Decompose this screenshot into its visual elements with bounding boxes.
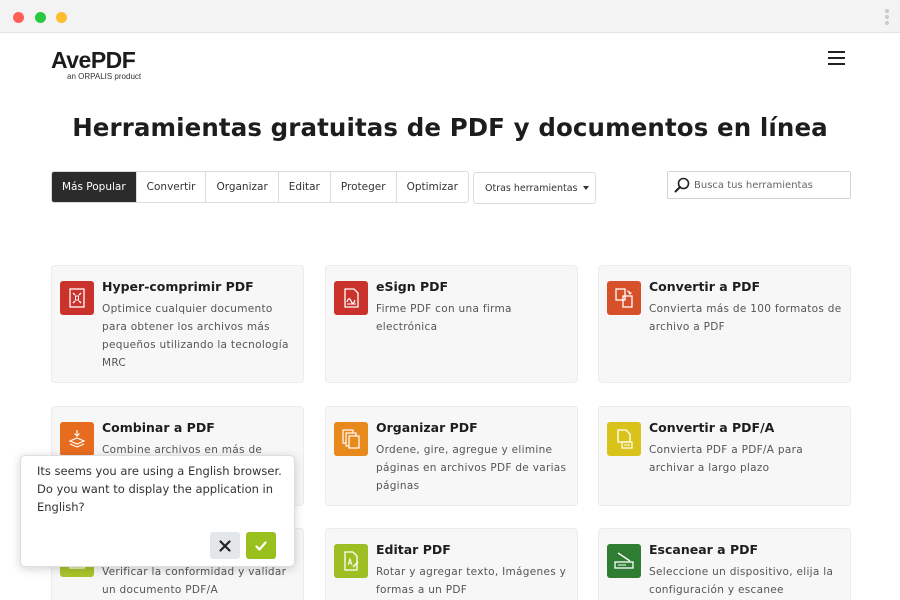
page-content: AvePDF an ORPALIS product Herramientas g… xyxy=(3,33,897,600)
tool-card-scan[interactable]: Escanear a PDF Seleccione un dispositivo… xyxy=(598,528,851,600)
card-description: Seleccione un dispositivo, elija la conf… xyxy=(649,566,834,596)
logo[interactable]: AvePDF an ORPALIS product xyxy=(51,47,141,81)
page-title: Herramientas gratuitas de PDF y document… xyxy=(72,113,828,142)
card-description: Firme PDF con una firma electrónica xyxy=(376,303,512,333)
card-title: Editar PDF xyxy=(376,542,451,557)
tab-editar[interactable]: Editar xyxy=(278,172,331,202)
tool-card-convert-pdfa[interactable]: Convertir a PDF/A Convierta PDF a PDF/A … xyxy=(598,406,851,506)
check-icon xyxy=(255,540,267,551)
esign-icon xyxy=(334,281,368,315)
compress-icon xyxy=(60,281,94,315)
tool-card-convert-to-pdf[interactable]: Convertir a PDF Convierta más de 100 for… xyxy=(598,265,851,383)
card-title: Combinar a PDF xyxy=(102,420,215,435)
tab-convertir[interactable]: Convertir xyxy=(136,172,207,202)
card-title: Escanear a PDF xyxy=(649,542,759,557)
other-tools-label: Otras herramientas xyxy=(485,182,578,194)
hamburger-menu-icon[interactable] xyxy=(828,51,845,65)
card-title: Hyper-comprimir PDF xyxy=(102,279,254,294)
search-icon xyxy=(674,177,690,193)
pdfa-icon xyxy=(607,422,641,456)
logo-tagline: an ORPALIS product xyxy=(67,72,142,81)
decline-button[interactable] xyxy=(210,532,240,559)
minimize-window-dot[interactable] xyxy=(56,12,67,23)
tool-card-organize[interactable]: Organizar PDF Ordene, gire, agregue y el… xyxy=(325,406,578,506)
card-title: Convertir a PDF/A xyxy=(649,420,775,435)
accept-button[interactable] xyxy=(246,532,276,559)
card-description: Verificar la conformidad y validar un do… xyxy=(102,566,287,596)
tool-card-edit[interactable]: Editar PDF Rotar y agregar texto, Imágen… xyxy=(325,528,578,600)
convert-icon xyxy=(607,281,641,315)
window-titlebar xyxy=(0,0,900,33)
language-suggestion-popup: Its seems you are using a English browse… xyxy=(20,455,295,567)
card-description: Convierta PDF a PDF/A para archivar a la… xyxy=(649,444,803,474)
logo-wordmark: AvePDF xyxy=(51,47,136,73)
card-description: Optimice cualquier documento para obtene… xyxy=(102,303,289,369)
close-icon xyxy=(219,539,231,552)
scan-icon xyxy=(607,544,641,578)
other-tools-dropdown[interactable]: Otras herramientas xyxy=(473,172,596,204)
card-description: Ordene, gire, agregue y elimine páginas … xyxy=(376,444,567,492)
search-input[interactable] xyxy=(694,179,844,191)
edit-icon xyxy=(334,544,368,578)
maximize-window-dot[interactable] xyxy=(35,12,46,23)
card-title: eSign PDF xyxy=(376,279,449,294)
close-window-dot[interactable] xyxy=(13,12,24,23)
search-box[interactable] xyxy=(667,171,851,199)
tab-proteger[interactable]: Proteger xyxy=(330,172,397,202)
organize-icon xyxy=(334,422,368,456)
tab-optimizar[interactable]: Optimizar xyxy=(396,172,468,202)
combine-icon xyxy=(60,422,94,456)
tool-card-hyper-compress[interactable]: Hyper-comprimir PDF Optimice cualquier d… xyxy=(51,265,304,383)
card-description: Convierta más de 100 formatos de archivo… xyxy=(649,303,842,333)
popup-message: Its seems you are using a English browse… xyxy=(37,464,282,514)
caret-down-icon xyxy=(582,186,589,190)
tab-organizar[interactable]: Organizar xyxy=(206,172,279,202)
card-title: Convertir a PDF xyxy=(649,279,761,294)
tool-card-esign[interactable]: eSign PDF Firme PDF con una firma electr… xyxy=(325,265,578,383)
category-tabs: Más Popular Convertir Organizar Editar P… xyxy=(51,171,469,203)
tab-mas-popular[interactable]: Más Popular xyxy=(52,172,137,202)
browser-window: AvePDF an ORPALIS product Herramientas g… xyxy=(0,0,900,600)
card-title: Organizar PDF xyxy=(376,420,478,435)
more-options-icon[interactable] xyxy=(885,9,891,25)
card-description: Rotar y agregar texto, Imágenes y formas… xyxy=(376,566,567,596)
